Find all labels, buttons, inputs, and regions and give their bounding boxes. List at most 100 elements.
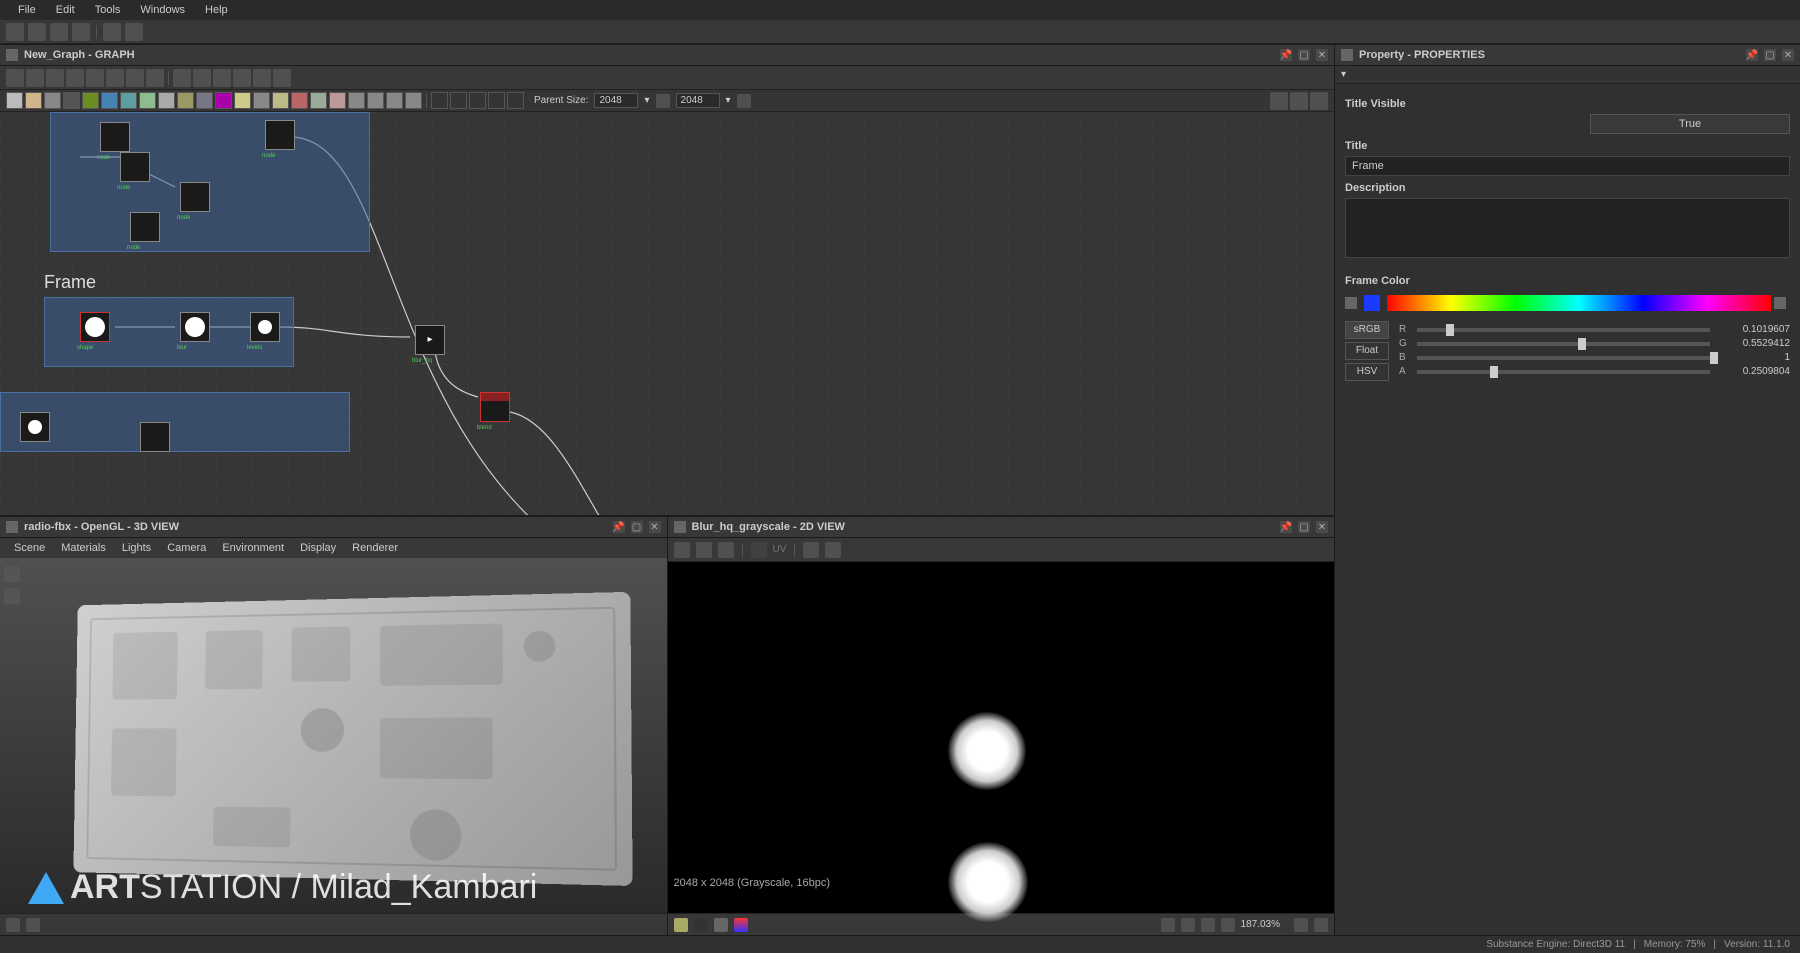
atomic-input-icon[interactable] [488, 92, 505, 109]
maximize-icon[interactable]: ▢ [1298, 49, 1310, 61]
atomic-svg-icon[interactable] [348, 92, 365, 109]
pin-icon[interactable]: 📌 [1746, 49, 1758, 61]
maximize-icon[interactable]: ▢ [1298, 521, 1310, 533]
graph-node[interactable]: node [180, 182, 210, 212]
node-expose-icon[interactable] [253, 69, 271, 87]
menu-edit[interactable]: Edit [46, 0, 85, 20]
atomic-dirmotion-icon[interactable] [101, 92, 118, 109]
graph-node-blur[interactable]: ▸blur_hq [415, 325, 445, 355]
color-pick-icon[interactable] [1774, 297, 1786, 309]
lock-zoom-icon[interactable] [1294, 918, 1308, 932]
description-input[interactable] [1345, 198, 1790, 258]
channel-r-slider[interactable] [1417, 328, 1710, 332]
atomic-grayscale-icon[interactable] [177, 92, 194, 109]
atomic-shuffle-icon[interactable] [291, 92, 308, 109]
channel-a-slider[interactable] [1417, 370, 1710, 374]
atomic-emboss-icon[interactable] [139, 92, 156, 109]
atomic-pixel-icon[interactable] [253, 92, 270, 109]
node-frame-icon[interactable] [233, 69, 251, 87]
hue-slider[interactable] [1387, 295, 1771, 311]
atomic-blur-icon[interactable] [44, 92, 61, 109]
atomic-transform-icon[interactable] [310, 92, 327, 109]
atomic-text-icon[interactable] [367, 92, 384, 109]
channel-alpha-icon[interactable] [694, 918, 708, 932]
channel-b-slider[interactable] [1417, 356, 1710, 360]
atomic-levels-icon[interactable] [215, 92, 232, 109]
open-icon[interactable] [50, 23, 68, 41]
render-icon[interactable] [6, 918, 20, 932]
maximize-icon[interactable]: ▢ [631, 521, 643, 533]
camera-icon[interactable] [46, 69, 64, 87]
node-refresh-icon[interactable] [213, 69, 231, 87]
save-image-icon[interactable] [696, 542, 712, 558]
graph-opt3-icon[interactable] [1310, 92, 1328, 110]
view2d-viewport[interactable]: 2048 x 2048 (Grayscale, 16bpc) [668, 562, 1335, 913]
info-icon[interactable] [66, 69, 84, 87]
cursor-icon[interactable] [6, 69, 24, 87]
atomic-comment-icon[interactable] [431, 92, 448, 109]
color-mode-srgb[interactable]: sRGB [1345, 321, 1389, 339]
graph-opt1-icon[interactable] [1270, 92, 1288, 110]
menu-file[interactable]: File [8, 0, 46, 20]
graph-frame[interactable] [0, 392, 350, 452]
light-icon[interactable] [4, 588, 20, 604]
channel-rgb-icon[interactable] [674, 918, 688, 932]
tile-icon[interactable] [1161, 918, 1175, 932]
atomic-warp-icon[interactable] [329, 92, 346, 109]
channel-g-slider[interactable] [1417, 342, 1710, 346]
atomic-normal-icon[interactable] [234, 92, 251, 109]
close-icon[interactable]: ✕ [649, 521, 661, 533]
pin-icon[interactable]: 📌 [613, 521, 625, 533]
node-crop-icon[interactable] [273, 69, 291, 87]
menu-help[interactable]: Help [195, 0, 238, 20]
reset-size-icon[interactable] [737, 94, 751, 108]
pin-icon[interactable]: 📌 [1280, 521, 1292, 533]
atomic-hsl-icon[interactable] [196, 92, 213, 109]
fit-icon[interactable] [1201, 918, 1215, 932]
graph-node[interactable]: node [265, 120, 295, 150]
actual-icon[interactable] [1221, 918, 1235, 932]
channel-gray-icon[interactable] [714, 918, 728, 932]
atomic-uniform-icon[interactable] [6, 92, 23, 109]
view3d-menu-materials[interactable]: Materials [53, 539, 114, 557]
graph-frame[interactable] [50, 112, 370, 252]
atomic-blend-icon[interactable] [25, 92, 42, 109]
menu-windows[interactable]: Windows [130, 0, 195, 20]
atomic-gradient-icon[interactable] [158, 92, 175, 109]
atomic-channels-icon[interactable] [63, 92, 80, 109]
view3d-menu-camera[interactable]: Camera [159, 539, 214, 557]
pin-icon[interactable]: 📌 [1280, 49, 1292, 61]
material-icon[interactable] [26, 918, 40, 932]
atomic-fx-icon[interactable] [405, 92, 422, 109]
color-mode-hsv[interactable]: HSV [1345, 363, 1389, 381]
color-mode-float[interactable]: Float [1345, 342, 1389, 360]
atomic-frame-icon[interactable] [450, 92, 467, 109]
camera-icon[interactable] [4, 566, 20, 582]
refresh-icon[interactable] [28, 23, 46, 41]
move-icon[interactable] [26, 69, 44, 87]
graph-node[interactable]: blur [180, 312, 210, 342]
title-input[interactable] [1345, 156, 1790, 176]
eyedropper-icon[interactable] [1345, 297, 1357, 309]
atomic-curve-icon[interactable] [82, 92, 99, 109]
atomic-bitmap-icon[interactable] [386, 92, 403, 109]
zoom-icon[interactable] [86, 69, 104, 87]
graph-node[interactable]: blend [480, 392, 510, 422]
parent-width-input[interactable] [594, 93, 638, 108]
channel-split-icon[interactable] [734, 918, 748, 932]
link-size-icon[interactable] [656, 94, 670, 108]
center-icon[interactable] [1181, 918, 1195, 932]
histogram-icon[interactable] [825, 542, 841, 558]
view3d-menu-lights[interactable]: Lights [114, 539, 159, 557]
title-visible-toggle[interactable]: True [1590, 114, 1790, 134]
chevron-down-icon[interactable]: ▾ [1341, 69, 1346, 80]
atomic-output-icon[interactable] [507, 92, 524, 109]
menu-tools[interactable]: Tools [85, 0, 131, 20]
close-icon[interactable]: ✕ [1316, 521, 1328, 533]
atomic-dist-icon[interactable] [120, 92, 137, 109]
node-cut-icon[interactable] [193, 69, 211, 87]
atomic-pin-icon[interactable] [469, 92, 486, 109]
redo-icon[interactable] [125, 23, 143, 41]
graph-node[interactable]: levels [250, 312, 280, 342]
parent-height-input[interactable] [676, 93, 720, 108]
